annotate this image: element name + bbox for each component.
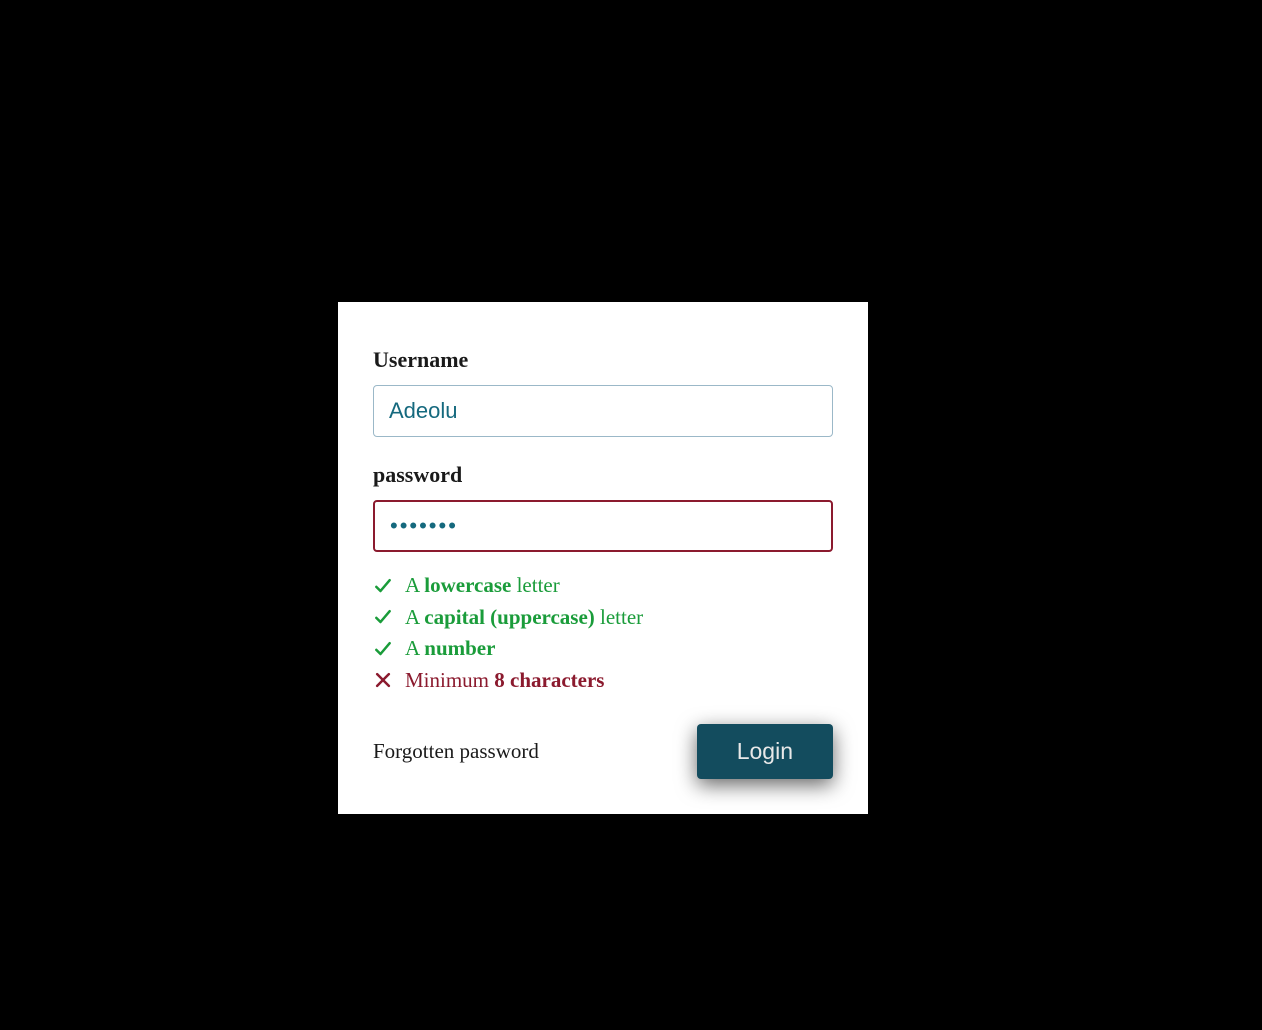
password-validation-list: A lowercase letter A capital (uppercase)… — [373, 570, 833, 696]
validation-text: A number — [405, 633, 495, 665]
check-icon — [373, 639, 393, 659]
validation-text: Minimum 8 characters — [405, 665, 604, 697]
username-input[interactable] — [373, 385, 833, 437]
validation-uppercase: A capital (uppercase) letter — [373, 602, 833, 634]
login-button[interactable]: Login — [697, 724, 833, 779]
login-card: Username password A lowercase letter A c… — [338, 302, 868, 814]
cross-icon — [373, 670, 393, 690]
validation-length: Minimum 8 characters — [373, 665, 833, 697]
password-label: password — [373, 462, 833, 488]
validation-text: A capital (uppercase) letter — [405, 602, 643, 634]
validation-lowercase: A lowercase letter — [373, 570, 833, 602]
forgotten-password-link[interactable]: Forgotten password — [373, 739, 539, 764]
validation-text: A lowercase letter — [405, 570, 560, 602]
check-icon — [373, 607, 393, 627]
username-label: Username — [373, 347, 833, 373]
password-input[interactable] — [373, 500, 833, 552]
form-footer: Forgotten password Login — [373, 724, 833, 779]
validation-number: A number — [373, 633, 833, 665]
check-icon — [373, 576, 393, 596]
